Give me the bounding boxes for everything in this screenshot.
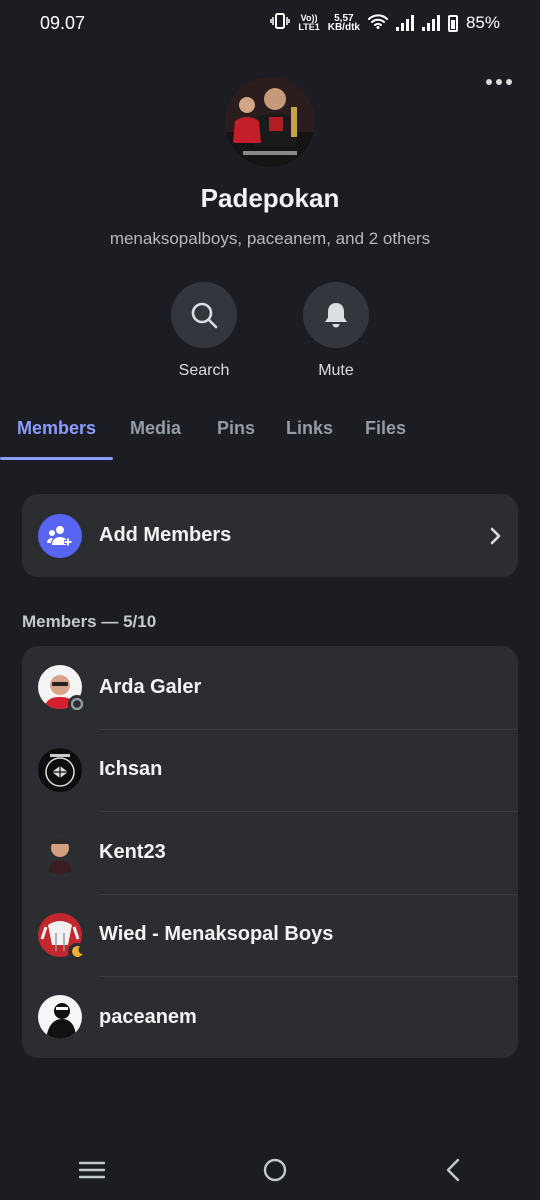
signal-icon-2 xyxy=(421,15,440,31)
tab-bar: Members Media Pins Links Files xyxy=(0,410,540,462)
member-row[interactable]: Wied - Menaksopal Boys xyxy=(22,893,518,977)
status-bar: 09.07 Vo)) LTE1 5,57 KB/dtk 85% xyxy=(0,0,540,46)
search-button[interactable]: Search xyxy=(159,282,249,380)
wifi-icon xyxy=(367,13,388,34)
chevron-right-icon xyxy=(490,527,501,544)
status-time: 09.07 xyxy=(40,12,86,33)
avatar xyxy=(38,995,82,1040)
avatar xyxy=(38,912,86,961)
back-icon[interactable] xyxy=(445,1158,461,1182)
signal-icon xyxy=(395,15,414,31)
add-members-label: Add Members xyxy=(99,524,232,546)
search-label: Search xyxy=(178,362,230,379)
avatar xyxy=(38,747,82,792)
tab-links[interactable]: Links xyxy=(286,418,333,439)
add-members-button[interactable]: Add Members xyxy=(22,494,518,577)
group-avatar[interactable] xyxy=(225,77,315,167)
group-name: Padepokan xyxy=(200,183,340,213)
tab-media[interactable]: Media xyxy=(130,418,181,439)
tab-members[interactable]: Members xyxy=(17,418,96,439)
member-name: Arda Galer xyxy=(99,675,202,698)
member-row[interactable]: paceanem xyxy=(22,976,518,1058)
member-name: paceanem xyxy=(99,1005,197,1028)
tab-pins[interactable]: Pins xyxy=(217,418,255,439)
moon-status-icon xyxy=(68,942,86,961)
members-section-title: Members — 5/10 xyxy=(22,612,157,631)
search-icon xyxy=(191,302,218,329)
battery-icon xyxy=(447,14,458,32)
member-name: Kent23 xyxy=(99,840,166,863)
home-icon[interactable] xyxy=(262,1157,288,1183)
members-list: Arda Galer Ichsan Kent23 Wied - Menaksop… xyxy=(22,646,518,1058)
mute-button[interactable]: Mute xyxy=(291,282,381,380)
battery-level: 85% xyxy=(465,13,500,32)
more-options-button[interactable] xyxy=(482,70,516,94)
recent-apps-icon[interactable] xyxy=(78,1160,105,1180)
system-navigation-bar xyxy=(0,1140,540,1200)
idle-status-icon xyxy=(68,695,86,714)
mute-label: Mute xyxy=(318,362,354,379)
add-user-icon xyxy=(38,513,82,558)
member-name: Ichsan xyxy=(99,758,163,781)
status-icons: Vo)) LTE1 5,57 KB/dtk 85% xyxy=(270,12,500,34)
active-tab-indicator xyxy=(0,457,113,460)
more-horizontal-icon xyxy=(486,79,492,85)
vibrate-icon xyxy=(270,12,291,34)
member-row[interactable]: Ichsan xyxy=(22,728,518,812)
member-name: Wied - Menaksopal Boys xyxy=(99,923,334,946)
group-members-summary: menaksopalboys, paceanem, and 2 others xyxy=(109,229,431,248)
avatar xyxy=(38,830,82,875)
member-row[interactable]: Kent23 xyxy=(22,811,518,894)
avatar xyxy=(38,665,86,714)
network-type: Vo)) LTE1 xyxy=(298,13,320,32)
tab-files[interactable]: Files xyxy=(365,418,406,439)
network-speed: 5,57 KB/dtk xyxy=(327,13,360,33)
bell-icon xyxy=(325,303,347,328)
member-row[interactable]: Arda Galer xyxy=(22,646,518,729)
